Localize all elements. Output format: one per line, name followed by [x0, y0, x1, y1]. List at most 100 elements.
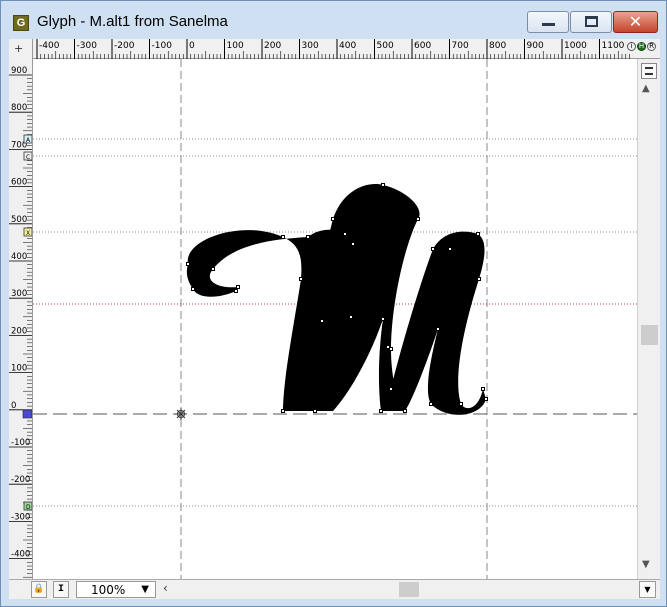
glyph-outline[interactable] [186, 184, 486, 415]
horizontal-ruler[interactable]: -400 -300 -200 -100 0 100 200 300 400 500 600 700 80… [33, 39, 631, 59]
glyph-editor-svg[interactable] [33, 59, 637, 579]
vertical-ruler-ticks: 9008007006005004003002001000-100-200-300… [9, 66, 32, 578]
outline-point[interactable] [431, 247, 435, 251]
split-view-button[interactable] [641, 63, 657, 79]
outline-point[interactable] [386, 345, 390, 349]
info-icon[interactable]: i [627, 42, 636, 51]
guide-marker-label: D [26, 504, 31, 511]
vertical-scroll-thumb[interactable] [641, 325, 658, 345]
outline-point[interactable] [306, 235, 310, 239]
hruler-label: 500 [377, 41, 394, 51]
guide-marker-label: X [26, 230, 30, 237]
vruler-label: -300 [11, 512, 30, 522]
outline-point[interactable] [429, 402, 433, 406]
scroll-down-corner-button[interactable]: ▼ [639, 581, 656, 598]
ruler-row: + -400 -300 -200 -100 0 100 200 300 400 500 600 700… [9, 39, 660, 59]
hruler-label: 900 [527, 41, 544, 51]
outline-point[interactable] [481, 387, 485, 391]
close-button[interactable]: ✕ [613, 11, 658, 33]
scroll-left-arrow-icon[interactable]: ‹ [163, 581, 168, 595]
outline-point[interactable] [281, 409, 285, 413]
baseline-marker[interactable] [22, 409, 32, 419]
vruler-label: 200 [11, 326, 27, 336]
outline-point[interactable] [281, 235, 285, 239]
outline-point[interactable] [331, 217, 335, 221]
close-icon: ✕ [628, 12, 643, 31]
outline-point[interactable] [476, 232, 480, 236]
round-icon[interactable]: R [647, 42, 656, 51]
outline-point[interactable] [389, 387, 393, 391]
hruler-label: 700 [452, 41, 469, 51]
outline-point[interactable] [191, 287, 195, 291]
outline-point[interactable] [416, 217, 420, 221]
outline-point[interactable] [459, 402, 463, 406]
hruler-label: 200 [264, 41, 281, 51]
glyph-canvas[interactable] [33, 59, 637, 579]
zoom-select[interactable]: 100% ▼ [76, 581, 156, 598]
scroll-down-arrow-icon[interactable]: ▼ [642, 559, 650, 570]
vruler-label: 400 [11, 252, 27, 262]
outline-point[interactable] [236, 285, 240, 289]
maximize-icon [585, 16, 598, 27]
hruler-label: 800 [489, 41, 506, 51]
vertical-ruler[interactable]: 900 800 700 600 500 400 300 200 100 0 -100 -200 -300… [9, 59, 33, 579]
minimize-icon [542, 23, 555, 26]
chevron-down-icon: ▼ [644, 585, 651, 594]
outline-point[interactable] [448, 247, 452, 251]
outline-point[interactable] [186, 262, 190, 266]
origin-sun-icon[interactable] [175, 408, 187, 420]
bottom-toolbar: 🔒 I 100% ▼ ‹ ▼ [9, 579, 660, 599]
outline-point[interactable] [477, 277, 481, 281]
hruler-label: -100 [152, 41, 173, 51]
ruler-corner[interactable]: + [9, 39, 33, 59]
outline-point[interactable] [313, 409, 317, 413]
scroll-up-arrow-icon[interactable]: ▲ [642, 83, 650, 94]
hruler-label: 1100 [602, 41, 625, 51]
hruler-label: 1000 [564, 41, 587, 51]
outline-point[interactable] [403, 409, 407, 413]
lock-icon: 🔒 [33, 584, 45, 594]
hruler-label: -200 [114, 41, 135, 51]
outline-point[interactable] [484, 397, 488, 401]
outline-point[interactable] [234, 289, 238, 293]
glyph-window: G Glyph - M.alt1 from Sanelma ✕ + -400 -3… [0, 0, 667, 607]
outline-point[interactable] [379, 409, 383, 413]
text-tool-button[interactable]: I [53, 581, 69, 598]
title-bar[interactable]: G Glyph - M.alt1 from Sanelma ✕ [1, 1, 666, 39]
outline-point[interactable] [349, 315, 353, 319]
maximize-button[interactable] [570, 11, 612, 33]
outline-point[interactable] [320, 319, 324, 323]
minimize-button[interactable] [527, 11, 569, 33]
dropdown-arrow-icon: ▼ [141, 584, 149, 595]
guide-marker-label: C [26, 154, 30, 161]
outline-point[interactable] [211, 267, 215, 271]
hruler-label: 0 [189, 41, 195, 51]
vertical-scrollbar[interactable]: ▲ ▼ [637, 59, 660, 579]
zoom-value: 100% [91, 583, 126, 597]
hint-icon[interactable]: H [637, 42, 646, 51]
horizontal-scroll-thumb[interactable] [399, 582, 419, 597]
ruler-status-icons[interactable]: iHR [627, 42, 659, 56]
hruler-label: 600 [414, 41, 431, 51]
outline-point[interactable] [299, 277, 303, 281]
outline-point[interactable] [381, 317, 385, 321]
text-cursor-icon: I [57, 584, 64, 595]
vruler-label: 600 [11, 178, 27, 188]
app-icon[interactable]: G [13, 15, 29, 31]
outline-point[interactable] [343, 232, 347, 236]
vruler-label: -100 [11, 438, 30, 448]
lock-button[interactable]: 🔒 [31, 581, 47, 598]
hruler-label: 100 [227, 41, 244, 51]
vruler-label: 300 [11, 289, 27, 299]
vruler-label: 0 [11, 401, 16, 411]
split-lines-icon [645, 67, 653, 75]
crosshair-icon: + [14, 42, 24, 55]
vruler-label: 800 [11, 103, 27, 113]
outline-point[interactable] [351, 242, 355, 246]
hruler-label: 400 [339, 41, 356, 51]
vruler-label: 900 [11, 66, 27, 76]
outline-point[interactable] [436, 327, 440, 331]
vruler-label: 100 [11, 364, 27, 374]
vruler-label: -400 [11, 550, 30, 560]
outline-point[interactable] [381, 183, 385, 187]
